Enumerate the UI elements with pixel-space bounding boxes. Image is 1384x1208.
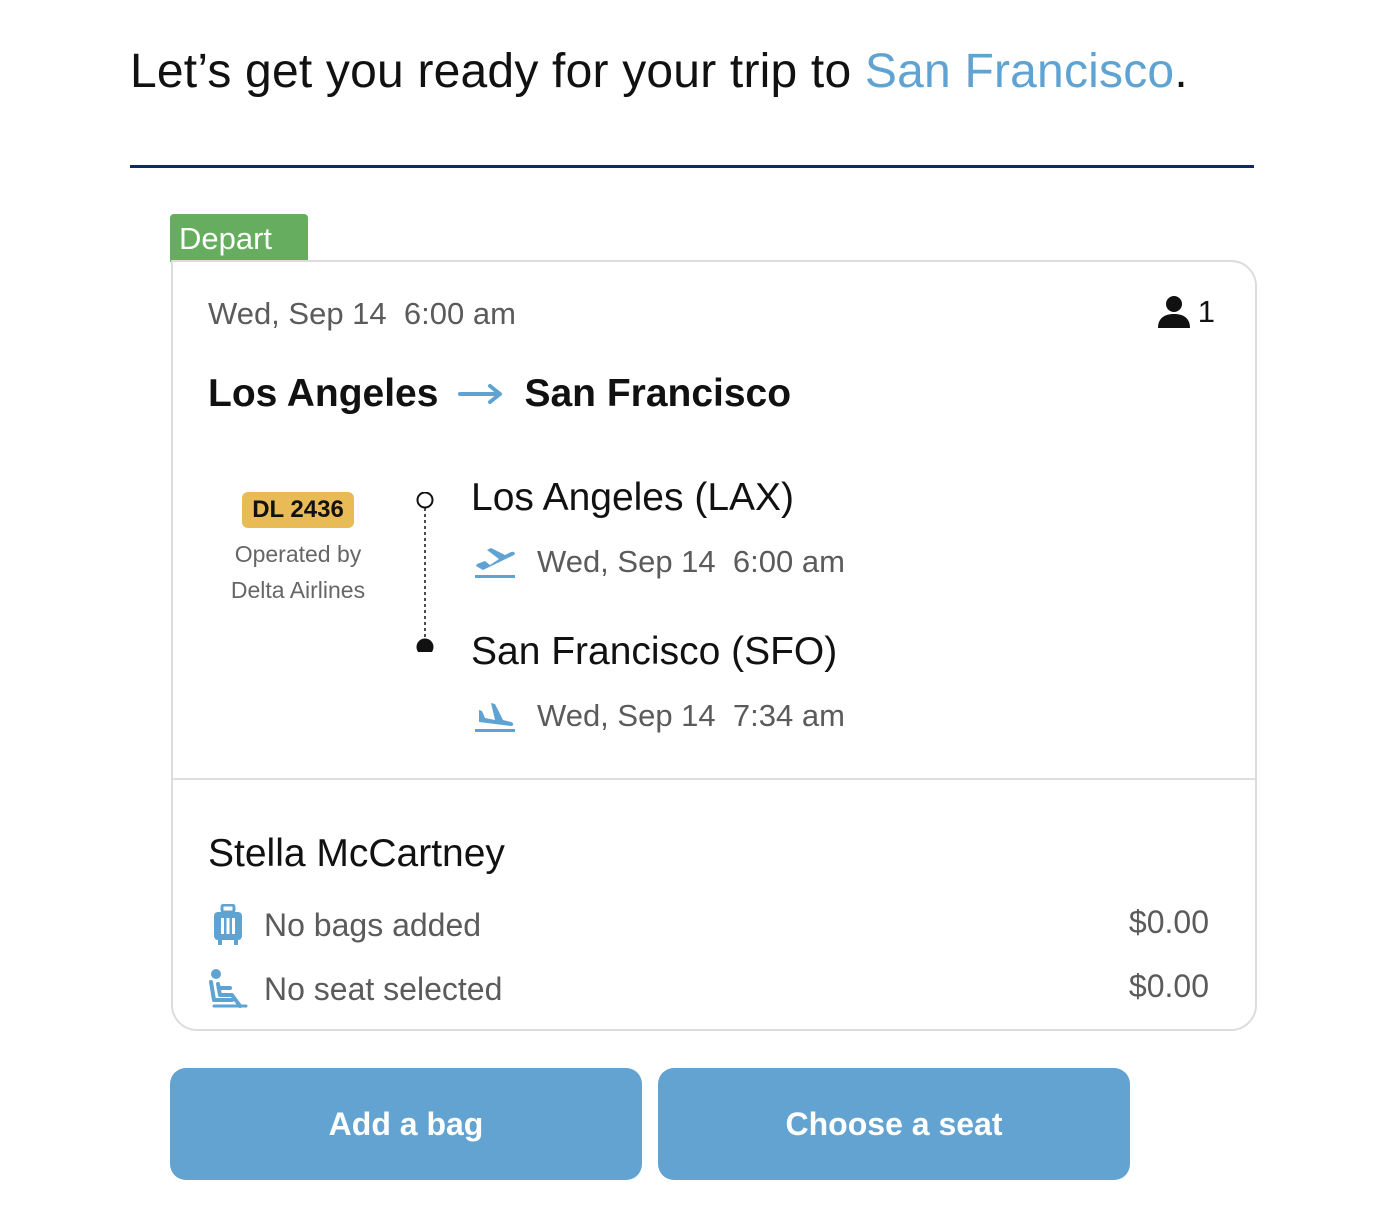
page-title: Let’s get you ready for your trip to San… <box>130 40 1188 104</box>
title-suffix: . <box>1174 45 1188 98</box>
origin-airport: Los Angeles (LAX) <box>471 476 795 519</box>
takeoff-icon <box>475 548 515 578</box>
flight-number-badge: DL 2436 <box>242 492 354 528</box>
depart-tab: Depart <box>170 214 308 262</box>
flight-timeline <box>416 492 434 652</box>
passenger-name: Stella McCartney <box>208 832 505 875</box>
airline-name: Delta Airlines <box>230 577 366 603</box>
luggage-icon <box>214 904 242 945</box>
operated-by-label: Operated by <box>234 541 362 567</box>
card-divider <box>173 778 1255 780</box>
departure-datetime: Wed, Sep 14 6:00 am <box>208 296 516 331</box>
trip-page: Let’s get you ready for your trip to San… <box>0 0 1384 1208</box>
seat-icon <box>209 969 248 1008</box>
flight-card: Wed, Sep 14 6:00 am 1 Los Angeles San Fr… <box>171 260 1257 1031</box>
add-bag-button[interactable]: Add a bag <box>170 1068 642 1180</box>
header-divider <box>130 165 1254 168</box>
bags-row: No bags added <box>208 904 481 946</box>
passenger-count-value: 1 <box>1197 294 1215 329</box>
destination-time-row: Wed, Sep 14 7:34 am <box>473 698 845 734</box>
passenger-count: 1 <box>1156 294 1215 330</box>
title-prefix: Let’s get you ready for your trip to <box>130 45 865 98</box>
destination-time: Wed, Sep 14 7:34 am <box>537 698 845 733</box>
route-from: Los Angeles <box>208 372 439 415</box>
bags-price: $0.00 <box>1128 904 1209 940</box>
arrow-right-icon <box>458 384 503 404</box>
origin-time-row: Wed, Sep 14 6:00 am <box>473 544 845 580</box>
choose-seat-button[interactable]: Choose a seat <box>658 1068 1130 1180</box>
route-summary: Los Angeles San Francisco <box>208 372 791 416</box>
route-to: San Francisco <box>524 372 792 415</box>
operated-by: Operated by Delta Airlines <box>213 536 383 608</box>
person-icon <box>1157 296 1190 328</box>
origin-time: Wed, Sep 14 6:00 am <box>537 544 845 579</box>
bags-label: No bags added <box>264 906 482 943</box>
seat-price: $0.00 <box>1128 968 1209 1004</box>
destination-airport: San Francisco (SFO) <box>471 630 838 673</box>
seat-label: No seat selected <box>264 970 503 1007</box>
flight-info: DL 2436 Operated by Delta Airlines <box>213 492 383 608</box>
landing-icon <box>475 703 515 732</box>
seat-row: No seat selected <box>208 968 502 1010</box>
title-destination: San Francisco <box>864 45 1175 98</box>
